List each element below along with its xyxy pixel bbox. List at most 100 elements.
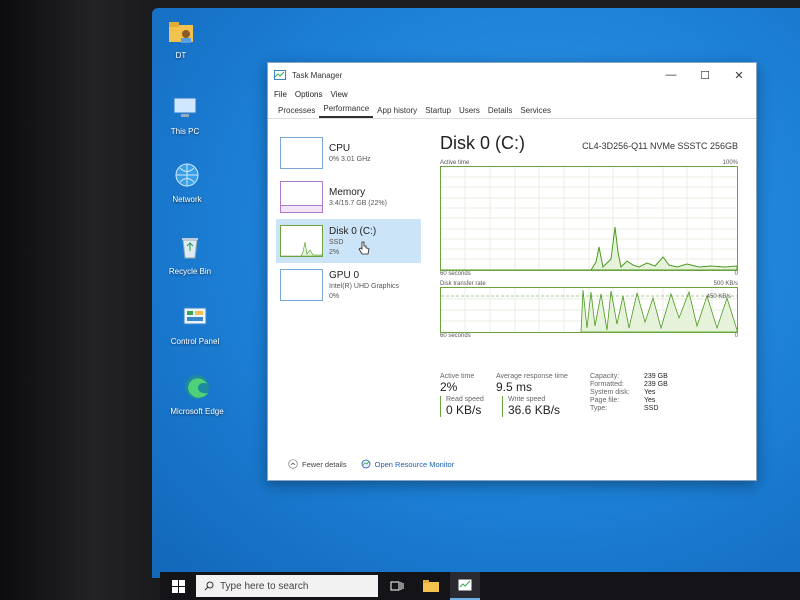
window-title: Task Manager xyxy=(292,70,343,80)
folder-user-icon xyxy=(169,22,193,43)
desktop-icon-label: Control Panel xyxy=(170,337,220,346)
memory-mini-graph xyxy=(280,181,323,213)
file-explorer-button[interactable] xyxy=(416,572,446,600)
disk-model: CL4-3D256-Q11 NVMe SSSTC 256GB xyxy=(582,141,738,151)
active-time-label: Active time xyxy=(440,373,475,380)
prop-key: System disk: xyxy=(590,389,630,396)
prop-value: SSD xyxy=(644,405,659,412)
search-placeholder: Type here to search xyxy=(220,580,309,592)
prop-value: 239 GB xyxy=(644,373,668,380)
resource-name: GPU 0 xyxy=(329,269,360,281)
taskbar: Type here to search xyxy=(160,572,800,600)
desktop-icon-recycle-bin[interactable]: Recycle Bin xyxy=(155,232,225,277)
transfer-rate-chart xyxy=(441,288,738,333)
active-time-value: 2% xyxy=(440,380,458,394)
disk-mini-graph xyxy=(280,225,323,257)
active-time-graph xyxy=(440,166,738,271)
start-button[interactable] xyxy=(160,572,196,600)
resource-name: Disk 0 (C:) xyxy=(329,225,377,237)
menu-view[interactable]: View xyxy=(330,90,347,99)
prop-key: Capacity: xyxy=(590,373,620,380)
recycle-bin-icon xyxy=(182,238,198,259)
prop-key: Type: xyxy=(590,405,608,412)
active-time-chart xyxy=(441,167,738,271)
resource-detail: 3.4/15.7 GB (22%) xyxy=(329,199,387,207)
window-footer: Fewer details Open Resource Monitor xyxy=(288,459,454,469)
chevron-up-icon xyxy=(288,459,298,469)
tab-bar: Processes Performance App history Startu… xyxy=(268,101,756,119)
prop-value: Yes xyxy=(644,397,656,404)
fewer-details-button[interactable]: Fewer details xyxy=(288,459,347,469)
desktop-icon-dt[interactable]: DT xyxy=(146,16,216,61)
prop-key: Formatted: xyxy=(590,381,624,388)
tab-users[interactable]: Users xyxy=(455,106,484,118)
resource-item-disk[interactable]: Disk 0 (C:) SSD 2% xyxy=(276,219,421,263)
gpu-mini-graph xyxy=(280,269,323,301)
resource-name: CPU xyxy=(329,142,351,154)
desktop-icon-label: Microsoft Edge xyxy=(170,407,224,416)
write-speed-value: 36.6 KB/s xyxy=(508,403,561,417)
open-resource-monitor-label: Open Resource Monitor xyxy=(374,459,455,469)
edge-browser-icon xyxy=(185,375,209,399)
search-icon xyxy=(204,581,214,591)
resource-item-memory[interactable]: Memory 3.4/15.7 GB (22%) xyxy=(276,175,421,219)
resource-list: CPU 0% 3.01 GHz Memory 3.4/15.7 GB (22%)… xyxy=(276,131,421,307)
disk-stats: Active time 2% Average response time 9.5… xyxy=(440,373,740,417)
resource-detail: 0% 3.01 GHz xyxy=(329,155,371,163)
windows-logo-icon xyxy=(171,579,185,593)
resource-item-cpu[interactable]: CPU 0% 3.01 GHz xyxy=(276,131,421,175)
title-bar[interactable]: Task Manager — ☐ ✕ xyxy=(268,63,756,87)
resource-item-gpu[interactable]: GPU 0 Intel(R) UHD Graphics 0% xyxy=(276,263,421,307)
tab-details[interactable]: Details xyxy=(484,106,516,118)
fewer-details-label: Fewer details xyxy=(302,459,347,469)
desktop-icon-edge[interactable]: Microsoft Edge xyxy=(162,372,232,417)
detail-title: Disk 0 (C:) xyxy=(440,133,525,153)
desktop-icon-control-panel[interactable]: Control Panel xyxy=(160,302,230,347)
graph2-marker: 450 KB/s xyxy=(706,294,731,300)
folder-icon xyxy=(423,580,439,592)
avg-response-value: 9.5 ms xyxy=(496,380,533,394)
tab-startup[interactable]: Startup xyxy=(421,106,455,118)
resource-name: Memory xyxy=(329,186,366,198)
transfer-rate-graph: 450 KB/s xyxy=(440,287,738,333)
desktop-icon-label: Recycle Bin xyxy=(168,267,212,276)
disk-detail-panel: Disk 0 (C:) CL4-3D256-Q11 NVMe SSSTC 256… xyxy=(440,133,738,339)
close-button[interactable]: ✕ xyxy=(722,63,756,87)
resource-detail: Intel(R) UHD Graphics xyxy=(329,282,400,290)
desktop-icon-this-pc[interactable]: This PC xyxy=(150,92,220,137)
task-view-icon xyxy=(390,581,404,591)
cpu-mini-graph xyxy=(280,137,323,169)
menu-options[interactable]: Options xyxy=(295,90,323,99)
desktop-icon-label: This PC xyxy=(170,127,200,136)
network-globe-icon xyxy=(175,163,199,187)
prop-key: Page file: xyxy=(590,397,620,404)
tab-processes[interactable]: Processes xyxy=(274,106,319,118)
write-speed-label: Write speed xyxy=(508,396,546,403)
hand-cursor-icon xyxy=(358,241,370,255)
task-manager-icon xyxy=(458,579,472,591)
menu-bar: File Options View xyxy=(268,87,756,101)
read-speed-label: Read speed xyxy=(446,396,484,403)
minimize-button[interactable]: — xyxy=(654,63,688,87)
task-manager-window: Task Manager — ☐ ✕ File Options View Pro… xyxy=(267,62,757,481)
task-view-button[interactable] xyxy=(382,572,412,600)
task-manager-taskbar-button[interactable] xyxy=(450,572,480,600)
resource-usage: 0% xyxy=(329,292,340,300)
open-resource-monitor-link[interactable]: Open Resource Monitor xyxy=(361,459,455,469)
computer-icon xyxy=(173,97,197,117)
desktop-icon-label: DT xyxy=(175,51,187,60)
desktop-icon-label: Network xyxy=(172,195,202,204)
task-manager-icon xyxy=(274,70,286,80)
desktop-icon-network[interactable]: Network xyxy=(152,160,222,205)
taskbar-search[interactable]: Type here to search xyxy=(196,575,378,597)
avg-response-label: Average response time xyxy=(496,373,568,380)
tab-performance[interactable]: Performance xyxy=(319,104,374,118)
tab-app-history[interactable]: App history xyxy=(373,106,421,118)
tab-services[interactable]: Services xyxy=(516,106,555,118)
menu-file[interactable]: File xyxy=(274,90,287,99)
resource-monitor-icon xyxy=(361,459,371,469)
monitor-bezel xyxy=(0,0,160,600)
disk-mini-sparkline xyxy=(281,241,323,257)
maximize-button[interactable]: ☐ xyxy=(688,63,722,87)
prop-value: 239 GB xyxy=(644,381,668,388)
